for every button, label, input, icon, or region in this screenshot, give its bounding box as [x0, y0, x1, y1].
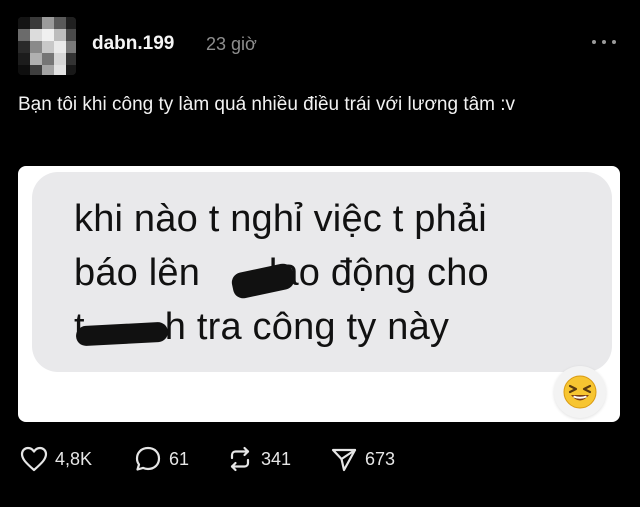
share-count: 673 [365, 448, 396, 469]
laughing-emoji-icon [563, 375, 597, 409]
like-button[interactable]: 4,8K [20, 443, 92, 475]
like-count: 4,8K [55, 448, 93, 469]
message-line-2-end: lao động cho [268, 252, 489, 294]
share-button[interactable]: 673 [330, 443, 395, 475]
post-caption: Bạn tôi khi công ty làm quá nhiều điều t… [18, 94, 516, 115]
reaction-emoji[interactable] [554, 366, 606, 418]
more-icon[interactable] [592, 38, 616, 46]
post-image[interactable]: khi nào t nghỉ việc t phải báo lên lao đ… [18, 166, 620, 422]
repost-icon [230, 446, 250, 472]
share-icon [331, 448, 357, 472]
message-line-3-end: h tra công ty này [164, 306, 450, 348]
message-line-2-start: báo lên [74, 252, 211, 294]
avatar[interactable] [18, 17, 76, 75]
repost-button[interactable]: 341 [226, 443, 291, 475]
message-bubble: khi nào t nghỉ việc t phải báo lên lao đ… [32, 172, 612, 372]
comment-count: 61 [169, 448, 190, 469]
repost-count: 341 [261, 448, 292, 469]
post-actions: 4,8K 61 341 673 [0, 443, 640, 475]
comment-button[interactable]: 61 [134, 443, 189, 475]
username[interactable]: dabn.199 [92, 33, 174, 55]
message-line-1: khi nào t nghỉ việc t phải [74, 198, 487, 240]
comment-icon [135, 446, 161, 471]
heart-icon [20, 446, 48, 472]
post-time: 23 giờ [206, 34, 257, 54]
